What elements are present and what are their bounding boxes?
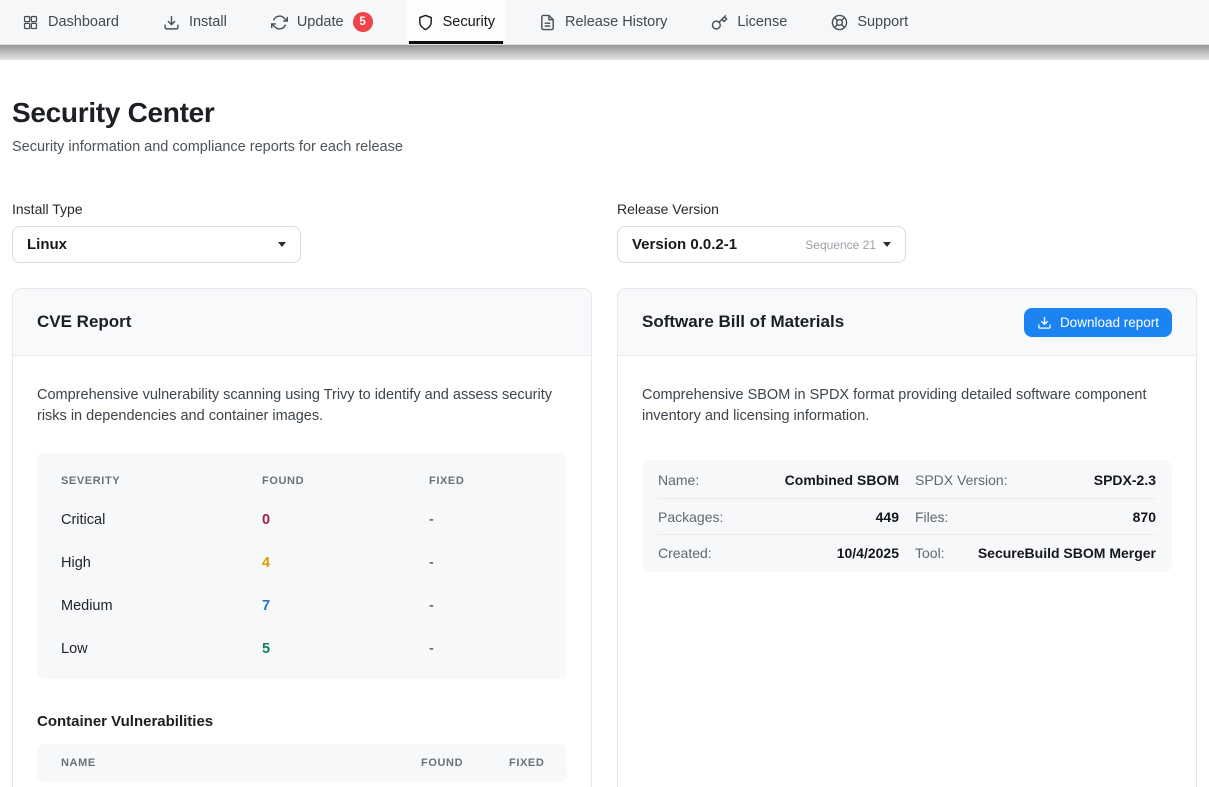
- severity-label: Low: [61, 641, 262, 657]
- column-header: SEVERITY: [61, 475, 262, 487]
- detail-label: Packages:: [658, 509, 723, 525]
- download-report-button[interactable]: Download report: [1024, 308, 1172, 337]
- install-type-select[interactable]: Linux: [12, 226, 301, 263]
- download-report-label: Download report: [1060, 315, 1159, 330]
- severity-label: Medium: [61, 598, 262, 614]
- fixed-count: -: [429, 598, 543, 614]
- key-icon: [711, 14, 728, 31]
- document-icon: [539, 14, 556, 31]
- tab-security[interactable]: Security: [407, 0, 505, 44]
- filters-row: Install Type Linux Release Version Versi…: [0, 201, 1209, 263]
- tab-install[interactable]: Install: [153, 0, 237, 44]
- tab-label: Dashboard: [48, 14, 119, 30]
- detail-value: Combined SBOM: [699, 472, 899, 488]
- sbom-card: Software Bill of Materials Download repo…: [617, 288, 1197, 787]
- tab-label: Install: [189, 14, 227, 30]
- release-version-label: Release Version: [617, 201, 1197, 217]
- container-vulnerabilities-header: NAME FOUND FIXED: [37, 744, 567, 782]
- dashboard-grid-icon: [22, 14, 39, 31]
- release-sequence: Sequence 21: [805, 238, 876, 252]
- severity-label: High: [61, 555, 262, 571]
- release-version-value: Version 0.0.2-1: [632, 236, 805, 253]
- column-header: FOUND: [262, 475, 429, 487]
- detail-value: SecureBuild SBOM Merger: [945, 545, 1156, 561]
- detail-value: 870: [948, 509, 1156, 525]
- tab-label: Update: [297, 14, 344, 30]
- found-count: 5: [262, 641, 429, 657]
- cve-report-card: CVE Report Comprehensive vulnerability s…: [12, 288, 592, 787]
- table-row: Medium 7 -: [61, 585, 543, 628]
- update-count-badge: 5: [353, 12, 373, 32]
- severity-table: SEVERITY FOUND FIXED Critical 0 - High 4…: [37, 453, 567, 679]
- tab-dashboard[interactable]: Dashboard: [12, 0, 129, 44]
- release-version-select[interactable]: Version 0.0.2-1 Sequence 21: [617, 226, 906, 263]
- found-count: 7: [262, 598, 429, 614]
- detail-value: 449: [723, 509, 899, 525]
- page-header: Security Center Security information and…: [0, 60, 1209, 155]
- table-row: High 4 -: [61, 542, 543, 585]
- detail-label: Tool:: [915, 545, 945, 561]
- sbom-detail-row: Name:Combined SBOM SPDX Version:SPDX-2.3: [658, 462, 1156, 498]
- tab-update[interactable]: Update 5: [261, 0, 383, 44]
- shield-icon: [417, 14, 434, 31]
- install-type-filter: Install Type Linux: [12, 201, 592, 263]
- sbom-detail-row: Created:10/4/2025 Tool:SecureBuild SBOM …: [658, 534, 1156, 570]
- severity-table-header: SEVERITY FOUND FIXED: [61, 468, 543, 499]
- cve-description: Comprehensive vulnerability scanning usi…: [37, 385, 567, 427]
- tab-label: Support: [857, 14, 908, 30]
- sbom-description: Comprehensive SBOM in SPDX format provid…: [642, 385, 1172, 427]
- column-header: NAME: [61, 757, 421, 769]
- table-row: Critical 0 -: [61, 499, 543, 542]
- detail-label: Name:: [658, 472, 699, 488]
- sbom-details: Name:Combined SBOM SPDX Version:SPDX-2.3…: [642, 460, 1172, 572]
- found-count: 0: [262, 512, 429, 528]
- top-navigation: Dashboard Install Update 5 Security Rele…: [0, 0, 1209, 45]
- detail-value: 10/4/2025: [712, 545, 899, 561]
- chevron-down-icon: [883, 242, 891, 247]
- page-subtitle: Security information and compliance repo…: [12, 139, 1197, 155]
- lifebuoy-icon: [831, 14, 848, 31]
- install-type-label: Install Type: [12, 201, 592, 217]
- chevron-down-icon: [278, 242, 286, 247]
- sbom-card-body: Comprehensive SBOM in SPDX format provid…: [618, 356, 1196, 596]
- page-title: Security Center: [12, 97, 1197, 129]
- fixed-count: -: [429, 641, 543, 657]
- tab-support[interactable]: Support: [821, 0, 918, 44]
- tab-label: Security: [443, 14, 495, 30]
- release-version-filter: Release Version Version 0.0.2-1 Sequence…: [617, 201, 1197, 263]
- detail-label: SPDX Version:: [915, 472, 1008, 488]
- tab-label: License: [737, 14, 787, 30]
- fixed-count: -: [429, 512, 543, 528]
- container-vulnerabilities-title: Container Vulnerabilities: [37, 713, 567, 730]
- install-type-value: Linux: [27, 236, 278, 253]
- cve-card-title: CVE Report: [37, 312, 131, 332]
- column-header: FOUND: [421, 757, 509, 769]
- tab-license[interactable]: License: [701, 0, 797, 44]
- found-count: 4: [262, 555, 429, 571]
- refresh-icon: [271, 14, 288, 31]
- detail-label: Created:: [658, 545, 712, 561]
- detail-label: Files:: [915, 509, 948, 525]
- severity-label: Critical: [61, 512, 262, 528]
- sbom-detail-row: Packages:449 Files:870: [658, 498, 1156, 534]
- column-header: FIXED: [429, 475, 543, 487]
- table-row: Low 5 -: [61, 628, 543, 671]
- sbom-card-title: Software Bill of Materials: [642, 312, 844, 332]
- horizontal-scrollbar[interactable]: [0, 45, 1209, 60]
- download-icon: [163, 14, 180, 31]
- download-icon: [1037, 315, 1052, 330]
- cve-card-body: Comprehensive vulnerability scanning usi…: [13, 356, 591, 787]
- tab-label: Release History: [565, 14, 667, 30]
- column-header: FIXED: [509, 757, 551, 769]
- tab-release-history[interactable]: Release History: [529, 0, 677, 44]
- cve-card-header: CVE Report: [13, 289, 591, 356]
- fixed-count: -: [429, 555, 543, 571]
- sbom-card-header: Software Bill of Materials Download repo…: [618, 289, 1196, 356]
- content-cards: CVE Report Comprehensive vulnerability s…: [0, 288, 1209, 787]
- detail-value: SPDX-2.3: [1008, 472, 1156, 488]
